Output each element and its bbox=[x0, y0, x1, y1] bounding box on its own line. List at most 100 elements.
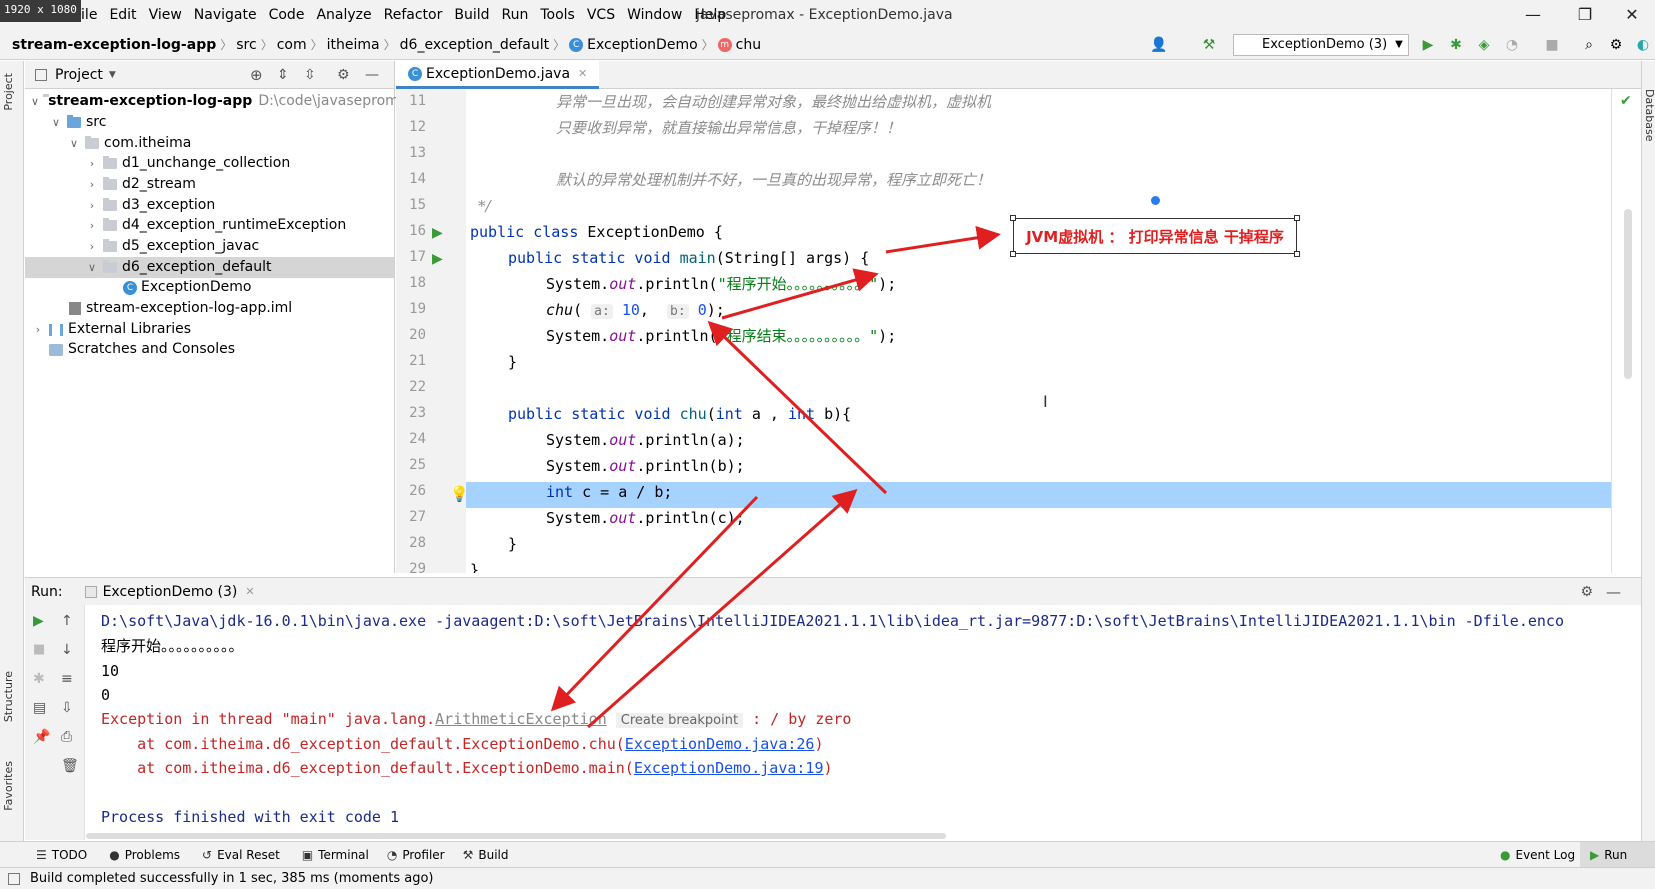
exception-message: : / by zero bbox=[743, 710, 852, 728]
menu-run[interactable]: Run bbox=[496, 0, 535, 30]
gear-icon[interactable]: ⚙ bbox=[337, 67, 350, 83]
build-hammer-icon[interactable]: ⚒ bbox=[1200, 36, 1218, 54]
stop-icon[interactable]: ■ bbox=[33, 642, 45, 657]
tree-item-d4[interactable]: › d4_exception_runtimeException bbox=[25, 215, 394, 236]
tree-item-d5[interactable]: › d5_exception_javac bbox=[25, 236, 394, 257]
soft-wrap-icon[interactable]: ≡ bbox=[61, 671, 73, 687]
collapse-all-icon[interactable]: ⇳ bbox=[304, 67, 316, 83]
coverage-icon[interactable]: ◈ bbox=[1475, 36, 1493, 54]
line-number: 23 bbox=[409, 405, 426, 421]
trash-icon[interactable]: 🗑 bbox=[61, 758, 79, 774]
todo-tool[interactable]: ☰ TODO bbox=[36, 848, 99, 862]
stack-link-line-26[interactable]: ExceptionDemo.java:26 bbox=[625, 735, 815, 753]
menu-tools[interactable]: Tools bbox=[534, 0, 581, 30]
favorites-side-tab[interactable]: Favorites bbox=[2, 761, 15, 811]
close-tab-icon[interactable]: ✕ bbox=[578, 61, 587, 87]
database-side-tab[interactable]: Database bbox=[1643, 89, 1655, 142]
scrollbar-thumb[interactable] bbox=[1624, 209, 1632, 379]
debug-icon[interactable]: ✱ bbox=[33, 671, 45, 687]
tree-item-d2[interactable]: › d2_stream bbox=[25, 174, 394, 195]
breadcrumb-class[interactable]: C ExceptionDemo bbox=[565, 37, 702, 53]
console-output[interactable]: D:\soft\Java\jdk-16.0.1\bin\java.exe -ja… bbox=[86, 605, 1641, 840]
tree-item-d6[interactable]: ∨ d6_exception_default bbox=[25, 257, 394, 278]
expand-all-icon[interactable]: ⇕ bbox=[277, 67, 289, 83]
terminal-tool[interactable]: ▣ Terminal bbox=[302, 848, 381, 862]
menu-analyze[interactable]: Analyze bbox=[310, 0, 377, 30]
event-log-tool[interactable]: ● Event Log bbox=[1500, 848, 1587, 862]
tree-item-exceptiondemo[interactable]: C ExceptionDemo bbox=[25, 277, 394, 298]
menu-navigate[interactable]: Navigate bbox=[188, 0, 263, 30]
stack-link-line-19[interactable]: ExceptionDemo.java:19 bbox=[634, 759, 824, 777]
event-log-icon: ● bbox=[1500, 847, 1511, 862]
chevron-down-icon[interactable]: ▼ bbox=[109, 70, 116, 80]
eval-reset-tool[interactable]: ↺ Eval Reset bbox=[202, 848, 292, 862]
tree-item-external-libraries[interactable]: › External Libraries bbox=[25, 319, 394, 340]
menu-view[interactable]: View bbox=[143, 0, 188, 30]
menu-build[interactable]: Build bbox=[448, 0, 495, 30]
tree-item-scratches[interactable]: Scratches and Consoles bbox=[25, 339, 394, 360]
console-horizontal-scrollbar[interactable] bbox=[86, 833, 946, 839]
tree-item-src[interactable]: ∨ src bbox=[25, 112, 394, 133]
menu-edit[interactable]: Edit bbox=[103, 0, 142, 30]
breadcrumb-method[interactable]: m chu bbox=[714, 37, 765, 53]
profile-icon[interactable]: ◔ bbox=[1503, 36, 1521, 54]
tree-item-iml[interactable]: stream-exception-log-app.iml bbox=[25, 298, 394, 319]
exception-class-link[interactable]: ArithmeticException bbox=[435, 710, 607, 728]
stop-icon[interactable]: ■ bbox=[1543, 36, 1561, 54]
locate-icon[interactable]: ⊕ bbox=[250, 66, 263, 84]
project-side-tab[interactable]: Project bbox=[2, 73, 15, 111]
run-tab-exceptiondemo[interactable]: ExceptionDemo (3) ✕ bbox=[84, 584, 255, 600]
tree-item-d3[interactable]: › d3_exception bbox=[25, 195, 394, 216]
user-icon[interactable]: 👤 bbox=[1150, 36, 1168, 54]
breadcrumb-src[interactable]: src bbox=[232, 37, 260, 53]
arrow-down-icon[interactable]: ↓ bbox=[61, 642, 73, 658]
tree-item-d1[interactable]: › d1_unchange_collection bbox=[25, 153, 394, 174]
menu-refactor[interactable]: Refactor bbox=[378, 0, 449, 30]
profiler-tool[interactable]: ◔ Profiler bbox=[387, 848, 457, 862]
check-icon: ✔ bbox=[1620, 93, 1632, 109]
restore-button[interactable]: ❐ bbox=[1562, 0, 1608, 30]
close-tab-icon[interactable]: ✕ bbox=[245, 585, 254, 598]
hide-icon[interactable]: — bbox=[1606, 583, 1621, 601]
scroll-to-end-icon[interactable]: ⇩ bbox=[61, 700, 73, 716]
plugin-icon[interactable]: ◐ bbox=[1634, 36, 1652, 54]
menu-window[interactable]: Window bbox=[621, 0, 688, 30]
build-tool[interactable]: ⚒ Build bbox=[463, 848, 521, 862]
breadcrumb-package[interactable]: d6_exception_default bbox=[396, 37, 553, 53]
code-line-24: System.out.println(a); bbox=[546, 431, 745, 449]
breadcrumb-project[interactable]: stream-exception-log-app bbox=[0, 37, 220, 53]
line-number: 27 bbox=[409, 509, 426, 525]
minimize-button[interactable]: — bbox=[1510, 0, 1556, 30]
run-gutter-icon[interactable]: ▶ bbox=[432, 251, 443, 267]
rerun-icon[interactable]: ▶ bbox=[33, 613, 44, 629]
run-gutter-icon[interactable]: ▶ bbox=[432, 225, 443, 241]
create-breakpoint-link[interactable]: Create breakpoint bbox=[615, 713, 744, 728]
menu-vcs[interactable]: VCS bbox=[581, 0, 621, 30]
tree-item-com-itheima[interactable]: ∨ com.itheima bbox=[25, 133, 394, 154]
breadcrumb-com[interactable]: com bbox=[273, 37, 311, 53]
code-editor[interactable]: 异常一旦出现，会自动创建异常对象，最终抛出给虚拟机，虚拟机 只要收到异常，就直接… bbox=[466, 89, 1611, 573]
project-panel-title[interactable]: Project bbox=[55, 67, 103, 83]
breadcrumb-itheima[interactable]: itheima bbox=[323, 37, 384, 53]
hide-icon[interactable]: — bbox=[365, 67, 379, 83]
run-configuration-select[interactable]: ExceptionDemo (3) bbox=[1233, 34, 1409, 56]
chevron-right-icon: › bbox=[89, 157, 95, 170]
print-icon[interactable]: ⎙ bbox=[61, 729, 72, 745]
gear-icon[interactable]: ⚙ bbox=[1607, 36, 1625, 54]
menu-code[interactable]: Code bbox=[263, 0, 311, 30]
debug-icon[interactable]: ✱ bbox=[1447, 36, 1465, 54]
run-tool[interactable]: ▶ Run bbox=[1580, 842, 1655, 867]
structure-side-tab[interactable]: Structure bbox=[2, 671, 15, 722]
tab-exceptiondemo-java[interactable]: C ExceptionDemo.java ✕ bbox=[396, 61, 600, 89]
run-icon[interactable]: ▶ bbox=[1419, 36, 1437, 54]
tree-item-root[interactable]: ∨ stream-exception-log-app D:\code\javas… bbox=[25, 91, 416, 112]
layout-icon[interactable]: ▤ bbox=[33, 700, 46, 716]
problems-tool[interactable]: ● Problems bbox=[109, 848, 192, 862]
search-icon[interactable]: ⌕ bbox=[1580, 36, 1598, 54]
gear-icon[interactable]: ⚙ bbox=[1580, 584, 1593, 600]
editor-scrollbar[interactable]: ✔ bbox=[1611, 89, 1641, 573]
arrow-up-icon[interactable]: ↑ bbox=[61, 613, 73, 629]
close-window-button[interactable]: ✕ bbox=[1609, 0, 1655, 30]
tool-label: Build bbox=[478, 847, 509, 862]
pin-icon[interactable]: 📌 bbox=[33, 729, 50, 745]
